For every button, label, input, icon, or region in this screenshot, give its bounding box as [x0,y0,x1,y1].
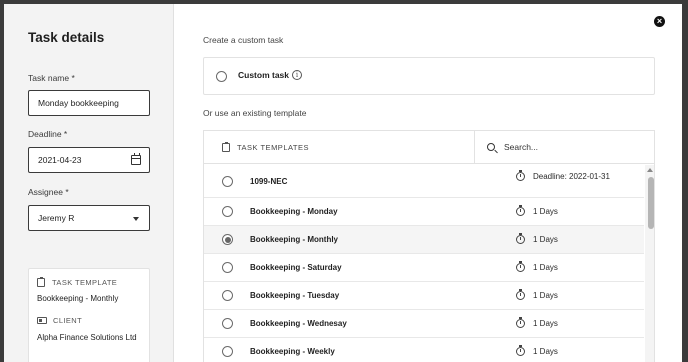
template-duration: 1 Days [516,261,613,274]
template-name: 1099-NEC [250,177,288,186]
calendar-icon[interactable] [131,153,141,165]
column-header-templates: TASK TEMPLATES [222,141,310,152]
template-duration-text: Deadline: 2022-01-31 [533,172,610,181]
template-heading: Or use an existing template [203,108,307,118]
template-radio[interactable] [222,318,233,329]
deadline-value: 2021-04-23 [38,155,82,165]
template-duration-text: 1 Days [533,347,558,356]
template-duration: 1 Days [516,345,613,358]
panel-title: Task details [28,30,105,45]
table-header: TASK TEMPLATES [204,131,654,164]
template-name: Bookkeeping - Saturday [250,263,342,272]
custom-task-heading: Create a custom task [203,35,284,45]
id-card-icon [37,317,47,324]
template-row[interactable]: Bookkeeping - Weekly 1 Days [204,338,644,362]
template-row[interactable]: 1099-NEC Deadline: 2022-01-31 [204,165,644,198]
template-radio[interactable] [222,346,233,357]
stopwatch-icon [516,261,525,272]
task-name-input[interactable]: Monday bookkeeping [28,90,150,116]
stopwatch-icon [516,345,525,356]
info-icon[interactable]: i [292,70,302,80]
template-radio[interactable] [222,176,233,187]
template-duration: 1 Days [516,205,613,218]
summary-client-value: Alpha Finance Solutions Ltd [37,333,137,342]
stopwatch-icon [516,317,525,328]
template-row[interactable]: Bookkeeping - Tuesday 1 Days [204,282,644,310]
template-duration: 1 Days [516,289,613,302]
task-name-label: Task name * [28,73,75,83]
custom-task-radio[interactable] [216,71,227,82]
deadline-input[interactable]: 2021-04-23 [28,147,150,173]
scroll-up-arrow-icon[interactable] [647,168,653,172]
assignee-select[interactable]: Jeremy R [28,205,150,231]
template-name: Bookkeeping - Weekly [250,347,335,356]
template-name: Bookkeeping - Tuesday [250,291,340,300]
clipboard-icon [222,141,230,152]
template-row[interactable]: Bookkeeping - Monday 1 Days [204,198,644,226]
template-duration-text: 1 Days [533,207,558,216]
stopwatch-icon [516,233,525,244]
template-radio[interactable] [222,262,233,273]
template-duration: 1 Days [516,317,613,330]
template-duration: 1 Days [516,233,613,246]
template-name: Bookkeeping - Monthly [250,235,338,244]
scrollbar-thumb[interactable] [648,177,654,229]
template-radio[interactable] [222,206,233,217]
summary-template-value: Bookkeeping - Monthly [37,294,119,303]
template-duration-text: 1 Days [533,291,558,300]
header-divider [474,131,475,164]
chevron-down-icon [133,217,139,221]
close-icon[interactable]: × [654,16,665,27]
template-row[interactable]: Bookkeeping - Monthly 1 Days [204,226,644,254]
deadline-label: Deadline * [28,129,68,139]
summary-template-heading: TASK TEMPLATE [37,276,118,287]
summary-template-heading-text: TASK TEMPLATE [52,278,118,287]
assignee-value: Jeremy R [38,213,75,223]
template-search-input[interactable] [504,139,644,155]
template-name: Bookkeeping - Monday [250,207,338,216]
custom-task-option[interactable]: Custom task i [203,57,655,95]
selection-summary: TASK TEMPLATE Bookkeeping - Monthly CLIE… [28,268,150,362]
summary-client-heading: CLIENT [37,316,82,325]
template-duration: Deadline: 2022-01-31 [516,170,613,183]
assignee-label: Assignee * [28,187,69,197]
search-icon [487,143,495,151]
template-row[interactable]: Bookkeeping - Saturday 1 Days [204,254,644,282]
stopwatch-icon [516,205,525,216]
task-name-value: Monday bookkeeping [38,98,119,108]
clipboard-icon [37,276,45,287]
task-modal: Task details Task name * Monday bookkeep… [4,4,682,362]
summary-client-heading-text: CLIENT [53,316,83,325]
stopwatch-icon [516,289,525,300]
column-header-label: TASK TEMPLATES [237,143,310,152]
template-row[interactable]: Bookkeeping - Wednesay 1 Days [204,310,644,338]
template-duration-text: 1 Days [533,319,558,328]
template-radio[interactable] [222,290,233,301]
template-radio[interactable] [222,234,233,245]
stopwatch-icon [516,170,525,181]
template-name: Bookkeeping - Wednesay [250,319,347,328]
template-duration-text: 1 Days [533,263,558,272]
template-duration-text: 1 Days [533,235,558,244]
templates-table: TASK TEMPLATES 1099-NEC Deadline: 2022-01… [203,130,655,362]
task-details-panel: Task details Task name * Monday bookkeep… [4,4,174,362]
custom-task-label: Custom task [238,70,290,80]
